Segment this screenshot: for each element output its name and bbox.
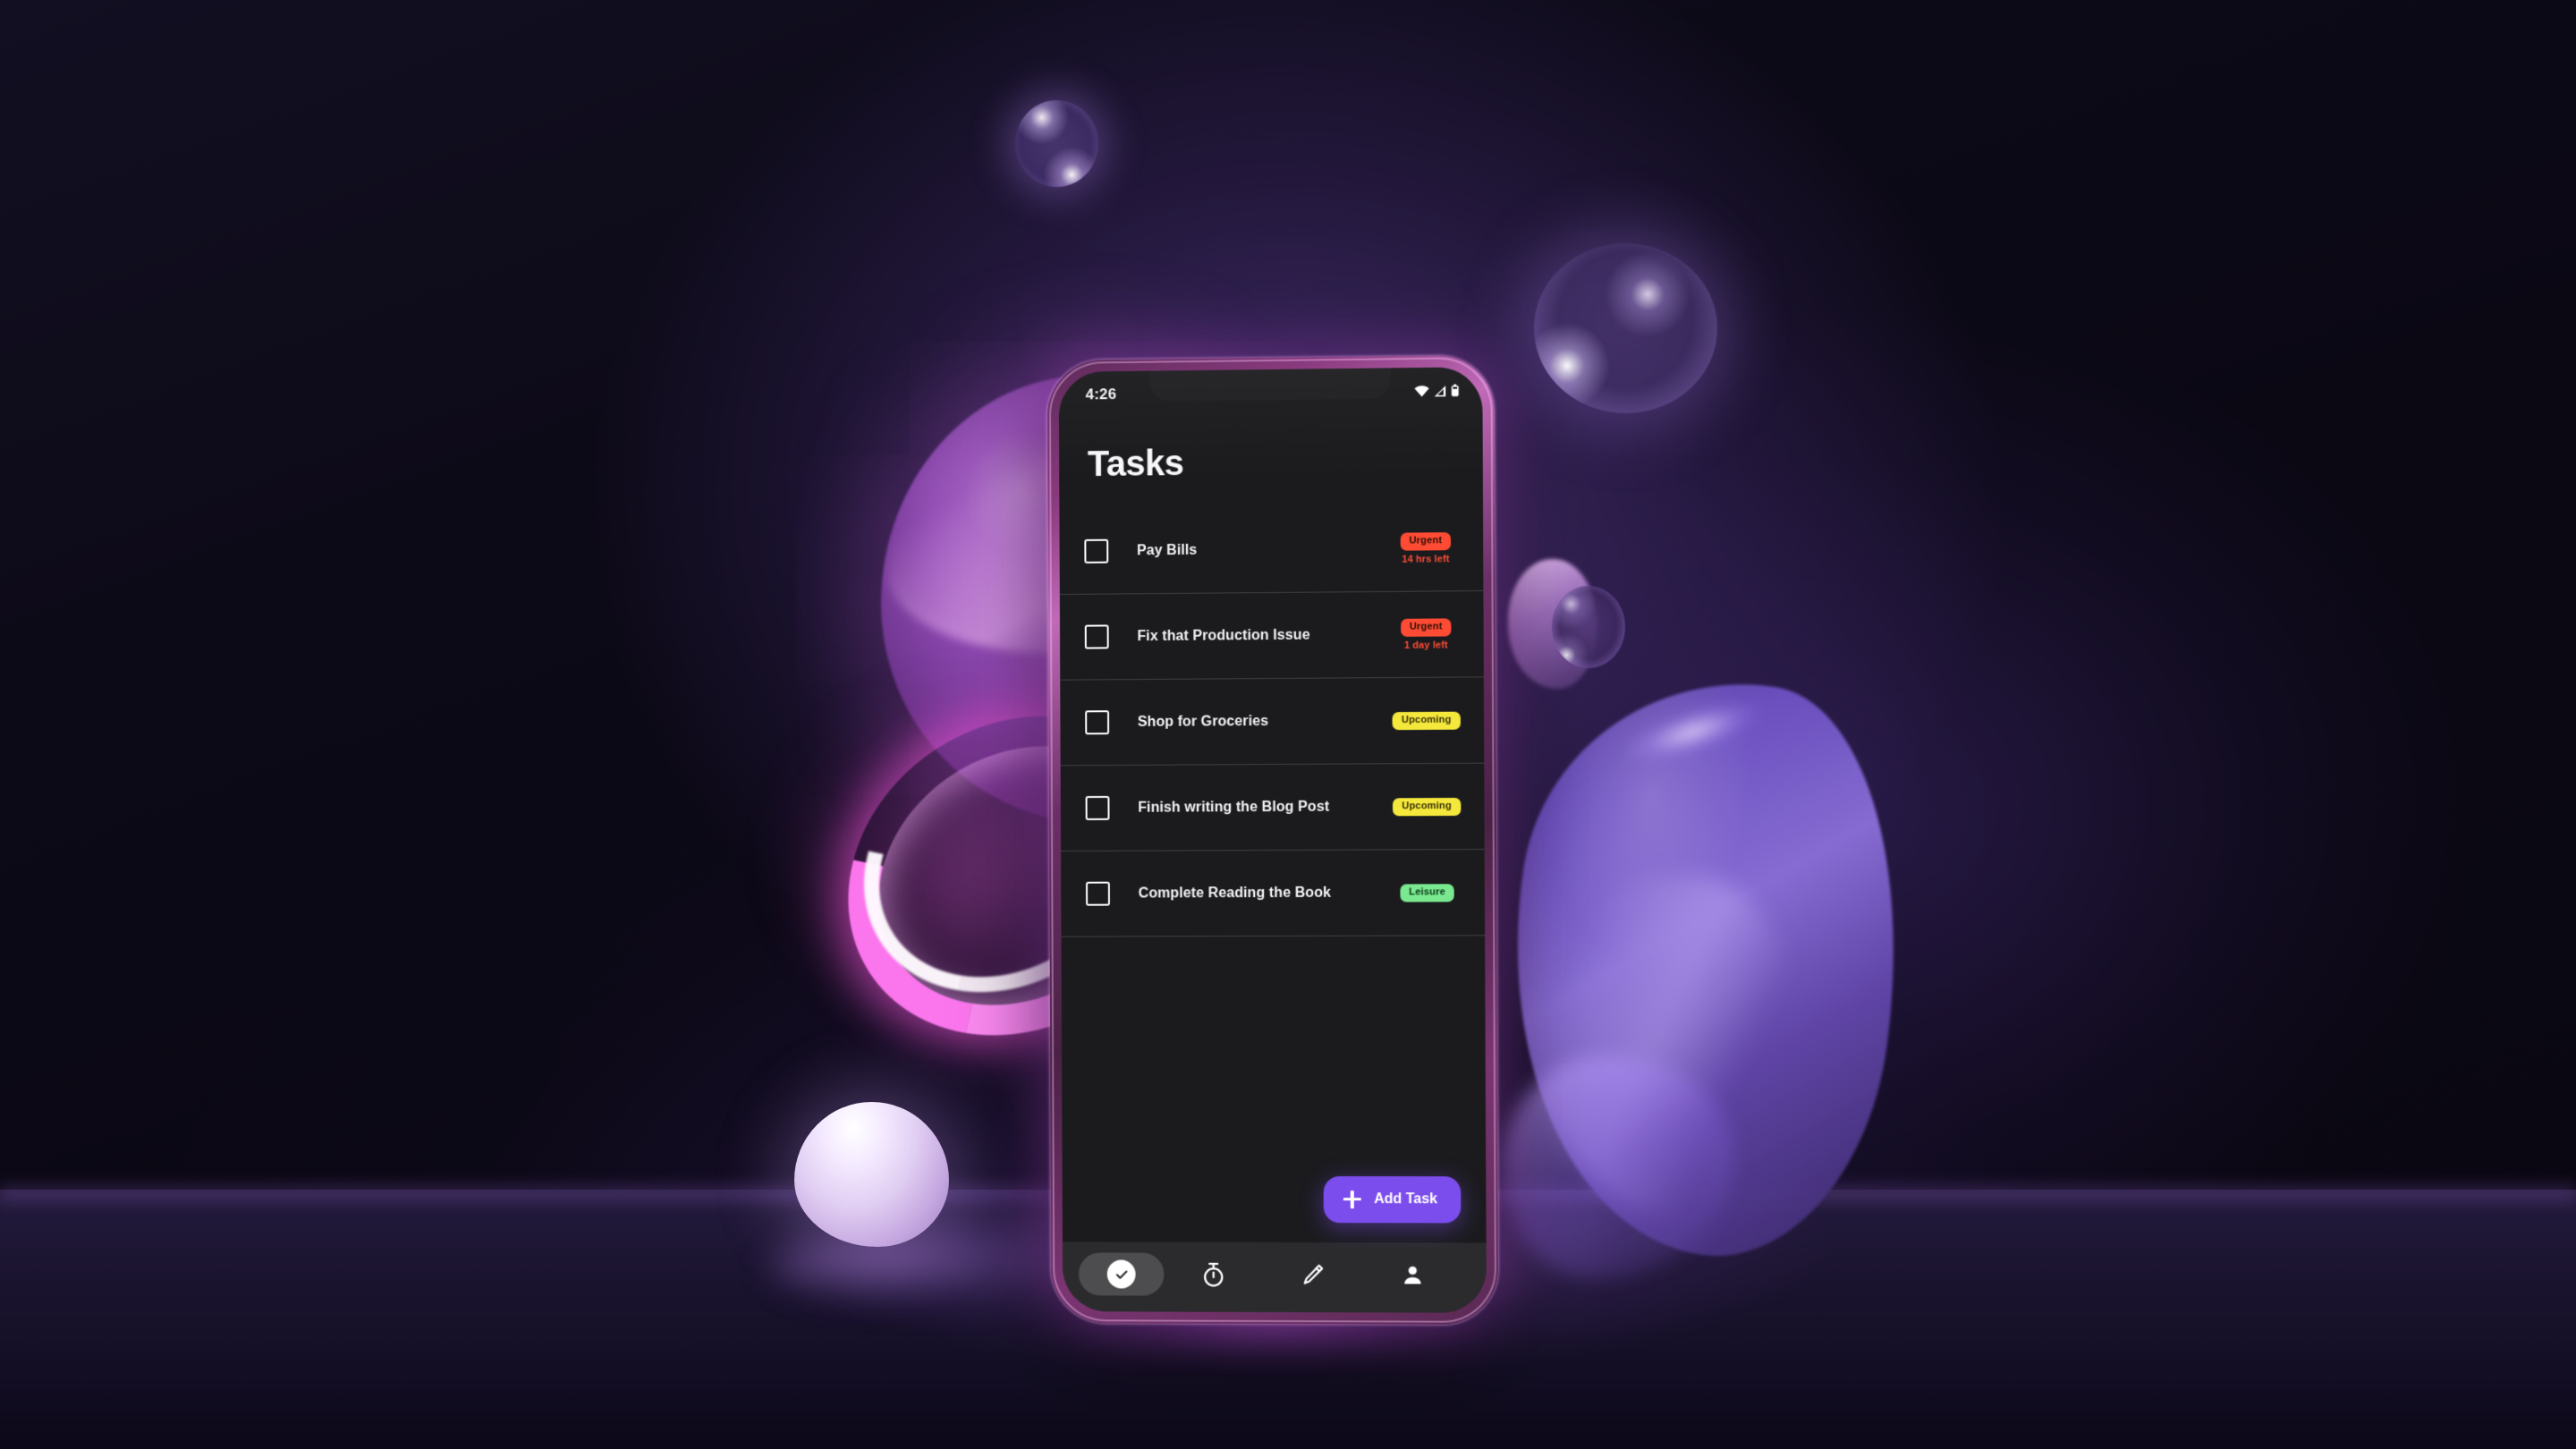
task-label: Finish writing the Blog Post [1138,799,1393,816]
task-label: Complete Reading the Book [1139,885,1394,902]
add-task-label: Add Task [1374,1191,1437,1208]
plus-icon [1343,1191,1361,1208]
task-label: Pay Bills [1137,540,1392,559]
task-checkbox[interactable] [1086,882,1110,906]
task-checkbox[interactable] [1085,624,1109,648]
add-task-button[interactable]: Add Task [1324,1176,1462,1223]
nav-item-tasks[interactable] [1079,1252,1165,1295]
nav-item-edit[interactable] [1263,1253,1363,1296]
floating-bubble-small [1552,586,1625,668]
task-due-text: 14 hrs left [1402,554,1449,565]
task-row[interactable]: Fix that Production Issue Urgent 1 day l… [1060,591,1484,681]
battery-icon [1451,385,1459,397]
task-row[interactable]: Shop for Groceries Upcoming [1060,677,1484,766]
status-badge: Upcoming [1393,711,1461,730]
phone-screen: 4:26 Tasks Pay Bills Urgent 14 hrs left … [1059,367,1487,1313]
status-badge: Leisure [1400,884,1454,902]
task-checkbox[interactable] [1084,539,1108,564]
status-badge: Upcoming [1393,797,1461,815]
pencil-icon [1301,1263,1325,1287]
status-bar-clock: 4:26 [1086,386,1117,403]
status-bar: 4:26 [1059,367,1483,413]
white-matte-ball [794,1102,949,1247]
status-bar-icons [1414,385,1459,398]
floating-bubble-top [1015,100,1098,187]
task-meta: Urgent 14 hrs left [1392,532,1460,565]
nav-item-profile[interactable] [1363,1253,1463,1296]
task-meta: Urgent 1 day left [1392,618,1460,651]
status-badge: Urgent [1400,532,1451,551]
status-badge: Urgent [1401,618,1452,636]
task-due-text: 1 day left [1404,640,1448,650]
bottom-navigation [1063,1241,1487,1312]
person-icon [1402,1263,1425,1286]
task-meta: Leisure [1393,884,1461,902]
page-title: Tasks [1088,442,1483,482]
task-row[interactable]: Complete Reading the Book Leisure [1061,850,1485,937]
fab-zone: Add Task [1063,1176,1487,1243]
floating-bubble-large [1534,243,1717,413]
task-meta: Upcoming [1393,797,1461,815]
task-meta: Upcoming [1393,711,1461,730]
task-label: Shop for Groceries [1138,713,1393,731]
task-row[interactable]: Pay Bills Urgent 14 hrs left [1059,505,1483,595]
task-label: Fix that Production Issue [1137,626,1392,644]
wifi-icon [1414,385,1429,396]
task-checkbox[interactable] [1086,796,1110,820]
task-row[interactable]: Finish writing the Blog Post Upcoming [1061,764,1485,852]
phone-device: 4:26 Tasks Pay Bills Urgent 14 hrs left … [1047,355,1498,1325]
cellular-signal-icon [1434,385,1446,396]
stopwatch-icon [1201,1261,1225,1287]
check-circle-icon [1107,1260,1136,1289]
scene-background: 4:26 Tasks Pay Bills Urgent 14 hrs left … [0,0,2576,1449]
nav-item-timer[interactable] [1164,1253,1263,1296]
task-list: Pay Bills Urgent 14 hrs left Fix that Pr… [1059,505,1486,1177]
task-checkbox[interactable] [1085,710,1109,734]
